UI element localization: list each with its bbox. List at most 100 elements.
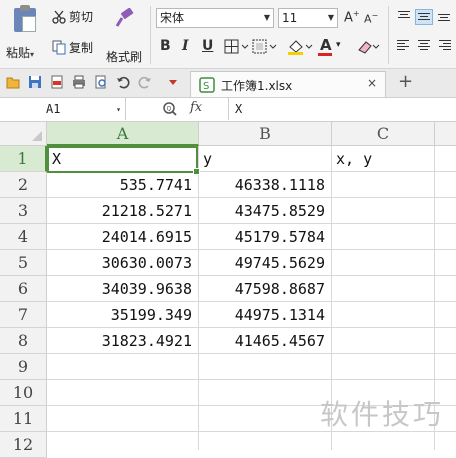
redo-icon[interactable] <box>138 75 152 89</box>
cell-c1[interactable]: x, y <box>332 146 434 172</box>
paste-icon <box>14 5 36 32</box>
copy-icon <box>52 40 66 55</box>
copy-label: 复制 <box>69 41 94 55</box>
shrink-font-label: A <box>364 12 372 26</box>
new-tab-button[interactable]: + <box>398 71 413 92</box>
cell-a7[interactable]: 35199.349 <box>48 302 198 328</box>
cell-b7[interactable]: 44975.1314 <box>199 302 331 328</box>
row-header[interactable]: 2 <box>0 172 47 198</box>
column-header-b[interactable]: B <box>199 122 332 146</box>
grow-font-label: A <box>344 10 353 26</box>
italic-button[interactable]: I <box>182 38 189 54</box>
align-bottom-button[interactable] <box>435 9 453 25</box>
cell-b3[interactable]: 43475.8529 <box>199 198 331 224</box>
cell-a1[interactable]: X <box>48 146 198 172</box>
cell-b6[interactable]: 47598.8687 <box>199 276 331 302</box>
export-pdf-icon[interactable] <box>50 75 64 89</box>
save-icon[interactable] <box>28 75 42 89</box>
ribbon-toolbar: 粘贴▾ 剪切 复制 格式刷 宋体 ▼ 11 ▼ A+ A− B I U A ▾ <box>0 0 456 69</box>
fill-color-icon[interactable] <box>286 38 314 56</box>
row-header[interactable]: 6 <box>0 276 47 302</box>
row-header[interactable]: 11 <box>0 406 47 432</box>
chevron-down-icon: ▼ <box>263 13 270 22</box>
row-header[interactable]: 12 <box>0 432 47 458</box>
chevron-down-icon: ▼ <box>327 13 334 22</box>
cell-a2[interactable]: 535.7741 <box>48 172 198 198</box>
align-right-button[interactable] <box>435 38 453 54</box>
row-header[interactable]: 1 <box>0 146 47 172</box>
font-color-button[interactable]: A <box>320 36 332 54</box>
cut-button[interactable]: 剪切 <box>52 8 93 25</box>
ribbon-divider <box>388 6 389 64</box>
cell-name-box[interactable]: A1 ▾ <box>0 98 126 120</box>
underline-button[interactable]: U <box>202 38 213 54</box>
paste-dropdown-icon[interactable]: ▾ <box>30 50 34 59</box>
cell-style-icon[interactable] <box>252 39 278 55</box>
row-header[interactable]: 3 <box>0 198 47 224</box>
cell-b5[interactable]: 49745.5629 <box>199 250 331 276</box>
clear-format-icon[interactable] <box>356 38 380 56</box>
close-icon[interactable]: × <box>367 76 377 90</box>
align-top-button[interactable] <box>395 9 413 25</box>
tab-title: 工作簿1.xlsx <box>221 79 293 93</box>
document-tab-bar: S 工作簿1.xlsx × + <box>0 69 456 98</box>
font-name-select[interactable]: 宋体 ▼ <box>156 8 274 28</box>
row-header[interactable]: 5 <box>0 250 47 276</box>
select-all-corner[interactable] <box>0 122 47 146</box>
font-color-letter: A <box>320 36 332 54</box>
cell-b4[interactable]: 45179.5784 <box>199 224 331 250</box>
font-name-value: 宋体 <box>160 11 185 25</box>
spreadsheet-file-icon: S <box>199 77 215 93</box>
open-folder-icon[interactable] <box>6 75 20 89</box>
svg-text:Q: Q <box>167 106 172 113</box>
insert-function-button[interactable]: fx <box>190 100 202 115</box>
customize-toolbar-icon[interactable] <box>166 75 180 89</box>
shrink-font-button[interactable]: A− <box>364 11 378 26</box>
paste-label: 粘贴 <box>6 46 31 60</box>
format-painter-button[interactable]: 格式刷 <box>102 7 146 65</box>
bold-button[interactable]: B <box>160 38 171 54</box>
scissors-icon <box>52 10 66 24</box>
format-painter-label: 格式刷 <box>105 50 142 64</box>
align-middle-button[interactable] <box>415 9 433 25</box>
borders-icon[interactable] <box>224 39 250 55</box>
cell-a4[interactable]: 24014.6915 <box>48 224 198 250</box>
cell-reference: A1 <box>46 102 61 116</box>
align-center-button[interactable] <box>415 38 433 54</box>
row-header[interactable]: 4 <box>0 224 47 250</box>
chevron-down-icon: ▾ <box>116 105 121 114</box>
row-header[interactable]: 7 <box>0 302 47 328</box>
copy-button[interactable]: 复制 <box>52 39 93 56</box>
cell-a8[interactable]: 31823.4921 <box>48 328 198 354</box>
svg-text:S: S <box>203 81 209 92</box>
align-left-button[interactable] <box>395 38 413 54</box>
watermark-text: 软件技巧 <box>320 398 445 431</box>
column-header-c[interactable]: C <box>332 122 435 146</box>
chevron-down-icon[interactable]: ▾ <box>336 40 341 50</box>
cut-label: 剪切 <box>69 10 94 24</box>
print-icon[interactable] <box>72 75 86 89</box>
cell-a5[interactable]: 30630.0073 <box>48 250 198 276</box>
print-preview-icon[interactable] <box>94 75 108 89</box>
undo-icon[interactable] <box>116 75 130 89</box>
format-painter-icon <box>115 7 134 27</box>
formula-input[interactable]: X <box>228 98 242 120</box>
ribbon-divider <box>150 6 151 64</box>
gridline <box>47 379 456 380</box>
cell-a3[interactable]: 21218.5271 <box>48 198 198 224</box>
cell-b2[interactable]: 46338.1118 <box>199 172 331 198</box>
cell-b1[interactable]: y <box>199 146 331 172</box>
row-header[interactable]: 10 <box>0 380 47 406</box>
paste-button[interactable]: 粘贴▾ <box>6 5 44 64</box>
zoom-icon[interactable]: Q <box>162 101 178 117</box>
cell-b8[interactable]: 41465.4567 <box>199 328 331 354</box>
cell-a6[interactable]: 34039.9638 <box>48 276 198 302</box>
tab-workbook[interactable]: S 工作簿1.xlsx × <box>190 71 386 97</box>
row-header[interactable]: 9 <box>0 354 47 380</box>
font-size-value: 11 <box>282 11 298 25</box>
font-size-select[interactable]: 11 ▼ <box>278 8 338 28</box>
column-header-a[interactable]: A <box>47 122 199 146</box>
column-header-next[interactable] <box>435 122 456 146</box>
row-header[interactable]: 8 <box>0 328 47 354</box>
grow-font-button[interactable]: A+ <box>344 9 360 25</box>
